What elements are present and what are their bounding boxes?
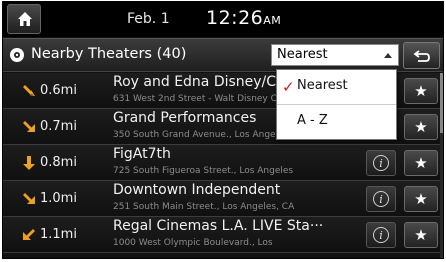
star-icon: ★ (414, 82, 428, 100)
info-icon: i (373, 191, 389, 207)
info-button[interactable]: i (366, 186, 396, 212)
info-button[interactable]: i (366, 222, 396, 248)
list-item[interactable]: 1.1mi Regal Cinemas L.A. LIVE Sta··· 100… (3, 217, 443, 253)
sort-option-label: A - Z (297, 113, 328, 128)
nav-screen: Feb. 1 12:26AM Nearby Theaters (40) Near… (2, 1, 444, 259)
favorite-button[interactable]: ★ (404, 222, 438, 248)
sort-selected-value: Nearest (277, 47, 328, 62)
sort-dropdown-menu: ✓ Nearest A - Z (276, 69, 397, 140)
favorite-button[interactable]: ★ (404, 78, 438, 104)
home-icon (18, 12, 32, 26)
back-arrow-icon (413, 50, 430, 62)
arrow-southwest-icon (23, 229, 35, 240)
arrow-south-icon (23, 156, 35, 170)
distance-label: 1.1mi (40, 227, 77, 242)
theater-name: FigAt7th (113, 146, 171, 162)
distance-label: 0.8mi (40, 155, 77, 170)
check-icon: ✓ (282, 78, 295, 96)
distance-label: 0.7mi (40, 119, 77, 134)
star-icon: ★ (414, 154, 428, 172)
favorite-button[interactable]: ★ (404, 186, 438, 212)
sort-option-a-z[interactable]: A - Z (277, 105, 396, 139)
back-button[interactable] (403, 42, 440, 69)
star-icon: ★ (414, 190, 428, 208)
info-icon: i (373, 155, 389, 171)
star-icon: ★ (414, 226, 428, 244)
star-icon: ★ (414, 118, 428, 136)
theater-name: Roy and Edna Disney/Ca (113, 74, 285, 90)
scroll-thumb[interactable] (440, 73, 443, 133)
triangle-up-icon (384, 53, 392, 58)
distance-label: 0.6mi (40, 83, 77, 98)
status-date: Feb. 1 (127, 11, 170, 27)
info-button[interactable]: i (366, 150, 396, 176)
sort-dropdown[interactable]: Nearest (271, 44, 399, 66)
theater-name: Regal Cinemas L.A. LIVE Sta··· (113, 218, 324, 234)
scrollbar[interactable] (440, 73, 443, 258)
favorite-button[interactable]: ★ (404, 150, 438, 176)
status-time: 12:26AM (206, 7, 282, 29)
theater-address: 1000 West Olympic Boulevard., Los (113, 238, 273, 248)
info-icon: i (373, 227, 389, 243)
theater-address: 350 South Grand Avenue., Los Angeles (113, 130, 289, 140)
arrow-southeast-icon (23, 193, 35, 204)
theater-address: 725 South Figueroa Street., Los Angeles (113, 166, 294, 176)
theater-address: 251 South Main Street., Los Angeles, CA (113, 202, 295, 212)
favorite-button[interactable]: ★ (404, 114, 438, 140)
arrow-southeast-icon (23, 85, 35, 96)
arrow-southeast-icon (23, 121, 35, 132)
sort-option-label: Nearest (297, 78, 348, 93)
theater-name: Grand Performances (113, 110, 257, 126)
list-item[interactable]: 0.8mi FigAt7th 725 South Figueroa Street… (3, 145, 443, 181)
theater-icon (10, 48, 24, 62)
theater-name: Downtown Independent (113, 182, 281, 198)
page-title: Nearby Theaters (40) (31, 46, 187, 62)
status-bar: Feb. 1 12:26AM (3, 2, 443, 37)
list-item[interactable]: 1.0mi Downtown Independent 251 South Mai… (3, 181, 443, 217)
list-header: Nearby Theaters (40) Nearest (3, 38, 443, 72)
sort-option-nearest[interactable]: ✓ Nearest (277, 70, 396, 105)
home-button[interactable] (7, 4, 41, 34)
distance-label: 1.0mi (40, 191, 77, 206)
